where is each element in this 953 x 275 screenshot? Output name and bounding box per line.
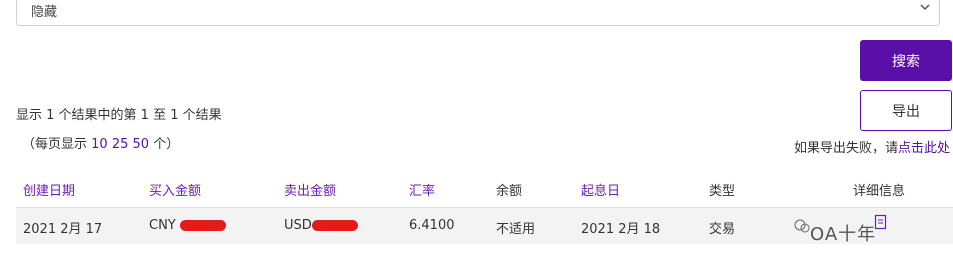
per-page-option-25[interactable]: 25 <box>112 137 129 152</box>
column-header-sell-amount[interactable]: 卖出金额 <box>284 180 336 199</box>
visibility-select[interactable]: 隐藏 <box>16 0 940 26</box>
redaction-mark <box>311 220 358 231</box>
cell-sell-amount: USD <box>284 218 358 233</box>
buy-currency: CNY <box>149 218 176 233</box>
redaction-mark <box>179 220 226 231</box>
visibility-select-value: 隐藏 <box>31 5 58 20</box>
cell-rate: 6.4100 <box>409 218 455 233</box>
per-page-suffix: 个） <box>149 137 180 152</box>
column-header-rate[interactable]: 汇率 <box>409 180 435 199</box>
cell-buy-amount: CNY <box>149 218 226 233</box>
cell-balance: 不适用 <box>496 222 536 237</box>
results-summary: 显示 1 个结果中的第 1 至 1 个结果 <box>16 108 222 123</box>
cell-value-date: 2021 2月 18 <box>581 222 661 237</box>
wechat-icon <box>794 219 810 233</box>
cell-type: 交易 <box>709 222 736 237</box>
export-fail-note: 如果导出失败，请点击此处 <box>794 137 950 156</box>
cell-created: 2021 2月 17 <box>23 222 103 237</box>
chevron-down-icon <box>920 4 930 11</box>
column-header-details: 详细信息 <box>853 184 906 199</box>
column-header-value-date[interactable]: 起息日 <box>581 180 620 199</box>
export-fail-text: 如果导出失败，请 <box>793 141 898 156</box>
per-page-option-10[interactable]: 10 <box>91 137 108 152</box>
sell-currency: USD <box>284 218 312 233</box>
column-header-balance: 余额 <box>496 184 523 199</box>
export-button[interactable]: 导出 <box>860 90 952 131</box>
search-button[interactable]: 搜索 <box>860 40 952 81</box>
column-header-created[interactable]: 创建日期 <box>23 180 75 199</box>
per-page-prefix: （每页显示 <box>22 137 92 152</box>
column-header-buy-amount[interactable]: 买入金额 <box>149 180 201 199</box>
column-header-type: 类型 <box>709 184 736 199</box>
per-page-option-50[interactable]: 50 <box>133 137 150 152</box>
per-page-selector: （每页显示 10 25 50 个） <box>22 133 179 152</box>
export-fail-link[interactable]: 点击此处 <box>898 141 950 156</box>
watermark: OA十年 <box>810 224 877 245</box>
